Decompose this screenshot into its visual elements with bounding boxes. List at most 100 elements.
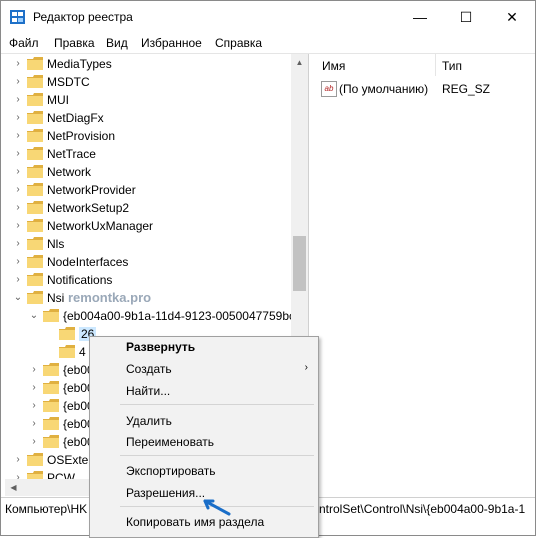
menu-bar: Файл Правка Вид Избранное Справка <box>1 33 535 53</box>
chevron-right-icon[interactable]: › <box>29 435 39 449</box>
folder-icon <box>27 75 43 88</box>
folder-icon <box>43 309 59 322</box>
folder-icon <box>27 57 43 70</box>
chevron-right-icon[interactable]: › <box>13 93 23 107</box>
string-value-icon: ab <box>321 81 337 97</box>
tree-item[interactable]: › NetworkProvider <box>5 181 295 199</box>
tree-item-label: Network <box>47 165 92 179</box>
tree-item-label: NodeInterfaces <box>47 255 129 269</box>
menu-edit[interactable]: Правка <box>54 36 95 50</box>
chevron-right-icon[interactable]: › <box>29 399 39 413</box>
tree-item[interactable]: › NetProvision <box>5 127 295 145</box>
close-button[interactable]: ✕ <box>489 1 535 33</box>
status-path-start: Компьютер\HK <box>5 502 88 516</box>
ctx-export[interactable]: Экспортировать <box>126 464 216 478</box>
folder-icon <box>43 363 59 376</box>
tree-item-label: PCW <box>47 471 75 479</box>
ctx-delete[interactable]: Удалить <box>126 414 172 428</box>
folder-icon <box>27 453 43 466</box>
menu-favorites[interactable]: Избранное <box>141 36 202 50</box>
value-type: REG_SZ <box>442 82 491 96</box>
chevron-right-icon[interactable]: › <box>13 129 23 143</box>
chevron-down-icon[interactable]: ⌄ <box>29 309 39 323</box>
value-name[interactable]: (По умолчанию) <box>339 82 428 96</box>
folder-icon <box>27 255 43 268</box>
title-bar[interactable]: Редактор реестра — ☐ ✕ <box>1 1 535 33</box>
folder-icon <box>27 237 43 250</box>
tree-item-label: Nsi <box>47 291 65 305</box>
tree-item-label: 4 <box>79 345 86 359</box>
chevron-down-icon[interactable]: ⌄ <box>13 291 23 305</box>
tree-item[interactable]: › MUI <box>5 91 295 109</box>
chevron-right-icon[interactable]: › <box>13 453 23 467</box>
minimize-button[interactable]: — <box>397 1 443 33</box>
tree-item-label: NetworkSetup2 <box>47 201 130 215</box>
column-separator[interactable] <box>435 54 436 76</box>
menu-help[interactable]: Справка <box>215 36 262 50</box>
chevron-right-icon[interactable]: › <box>29 381 39 395</box>
chevron-right-icon[interactable]: › <box>29 417 39 431</box>
column-type-header[interactable]: Тип <box>442 59 462 73</box>
tree-item-label: MediaTypes <box>47 57 112 71</box>
regedit-icon <box>10 10 25 24</box>
ctx-find[interactable]: Найти... <box>126 384 170 398</box>
tree-item-label: NetDiagFx <box>47 111 104 125</box>
tree-item-label: Notifications <box>47 273 113 287</box>
chevron-right-icon[interactable]: › <box>13 147 23 161</box>
tree-item[interactable]: › Notifications <box>5 271 295 289</box>
maximize-button[interactable]: ☐ <box>443 1 489 33</box>
tree-item-label: Nls <box>47 237 65 251</box>
folder-icon <box>43 381 59 394</box>
scroll-thumb[interactable] <box>293 236 306 291</box>
scroll-left-icon[interactable]: ◀ <box>5 479 22 496</box>
tree-item[interactable]: › MSDTC <box>5 73 295 91</box>
tree-item-label: {eb004a00-9b1a-11d4-9123-0050047759bc} <box>63 309 299 323</box>
tree-item-label: NetworkUxManager <box>47 219 154 233</box>
folder-icon <box>27 291 43 304</box>
ctx-copy-key-name[interactable]: Копировать имя раздела <box>126 515 264 529</box>
tree-item-label: NetTrace <box>47 147 96 161</box>
chevron-right-icon[interactable]: › <box>13 111 23 125</box>
menu-view[interactable]: Вид <box>106 36 128 50</box>
tree-item[interactable]: › NetDiagFx <box>5 109 295 127</box>
tree-item[interactable]: › Network <box>5 163 295 181</box>
folder-icon <box>27 93 43 106</box>
folder-icon <box>59 327 75 340</box>
folder-icon <box>43 417 59 430</box>
chevron-right-icon[interactable]: › <box>13 471 23 479</box>
tree-item[interactable]: › NetworkUxManager <box>5 217 295 235</box>
chevron-right-icon[interactable]: › <box>29 363 39 377</box>
folder-icon <box>27 201 43 214</box>
chevron-right-icon[interactable]: › <box>13 219 23 233</box>
chevron-right-icon[interactable]: › <box>13 237 23 251</box>
chevron-right-icon[interactable]: › <box>13 183 23 197</box>
tree-item[interactable]: › MediaTypes <box>5 55 295 73</box>
chevron-right-icon[interactable]: › <box>13 57 23 71</box>
tree-item-label: MUI <box>47 93 69 107</box>
chevron-right-icon[interactable]: › <box>13 165 23 179</box>
ctx-create[interactable]: Создать <box>126 362 172 376</box>
folder-icon <box>27 471 43 479</box>
tree-item[interactable]: › Nls <box>5 235 295 253</box>
chevron-right-icon[interactable]: › <box>13 75 23 89</box>
tree-item-label: MSDTC <box>47 75 90 89</box>
folder-icon <box>27 273 43 286</box>
tree-item[interactable]: ⌄ {eb004a00-9b1a-11d4-9123-0050047759bc} <box>5 307 299 325</box>
chevron-right-icon[interactable]: › <box>13 201 23 215</box>
ctx-rename[interactable]: Переименовать <box>126 435 214 449</box>
folder-icon <box>27 129 43 142</box>
folder-icon <box>27 183 43 196</box>
tree-item[interactable]: › NetTrace <box>5 145 295 163</box>
tree-item[interactable]: › NodeInterfaces <box>5 253 295 271</box>
chevron-right-icon[interactable]: › <box>13 273 23 287</box>
folder-icon <box>27 111 43 124</box>
ctx-separator <box>120 404 314 405</box>
menu-file[interactable]: Файл <box>9 36 39 50</box>
column-name-header[interactable]: Имя <box>322 59 345 73</box>
tree-item[interactable]: › NetworkSetup2 <box>5 199 295 217</box>
ctx-permissions[interactable]: Разрешения... <box>126 486 205 500</box>
scroll-up-icon[interactable]: ▲ <box>291 54 308 71</box>
folder-icon <box>27 165 43 178</box>
ctx-expand[interactable]: Развернуть <box>126 340 195 354</box>
chevron-right-icon[interactable]: › <box>13 255 23 269</box>
